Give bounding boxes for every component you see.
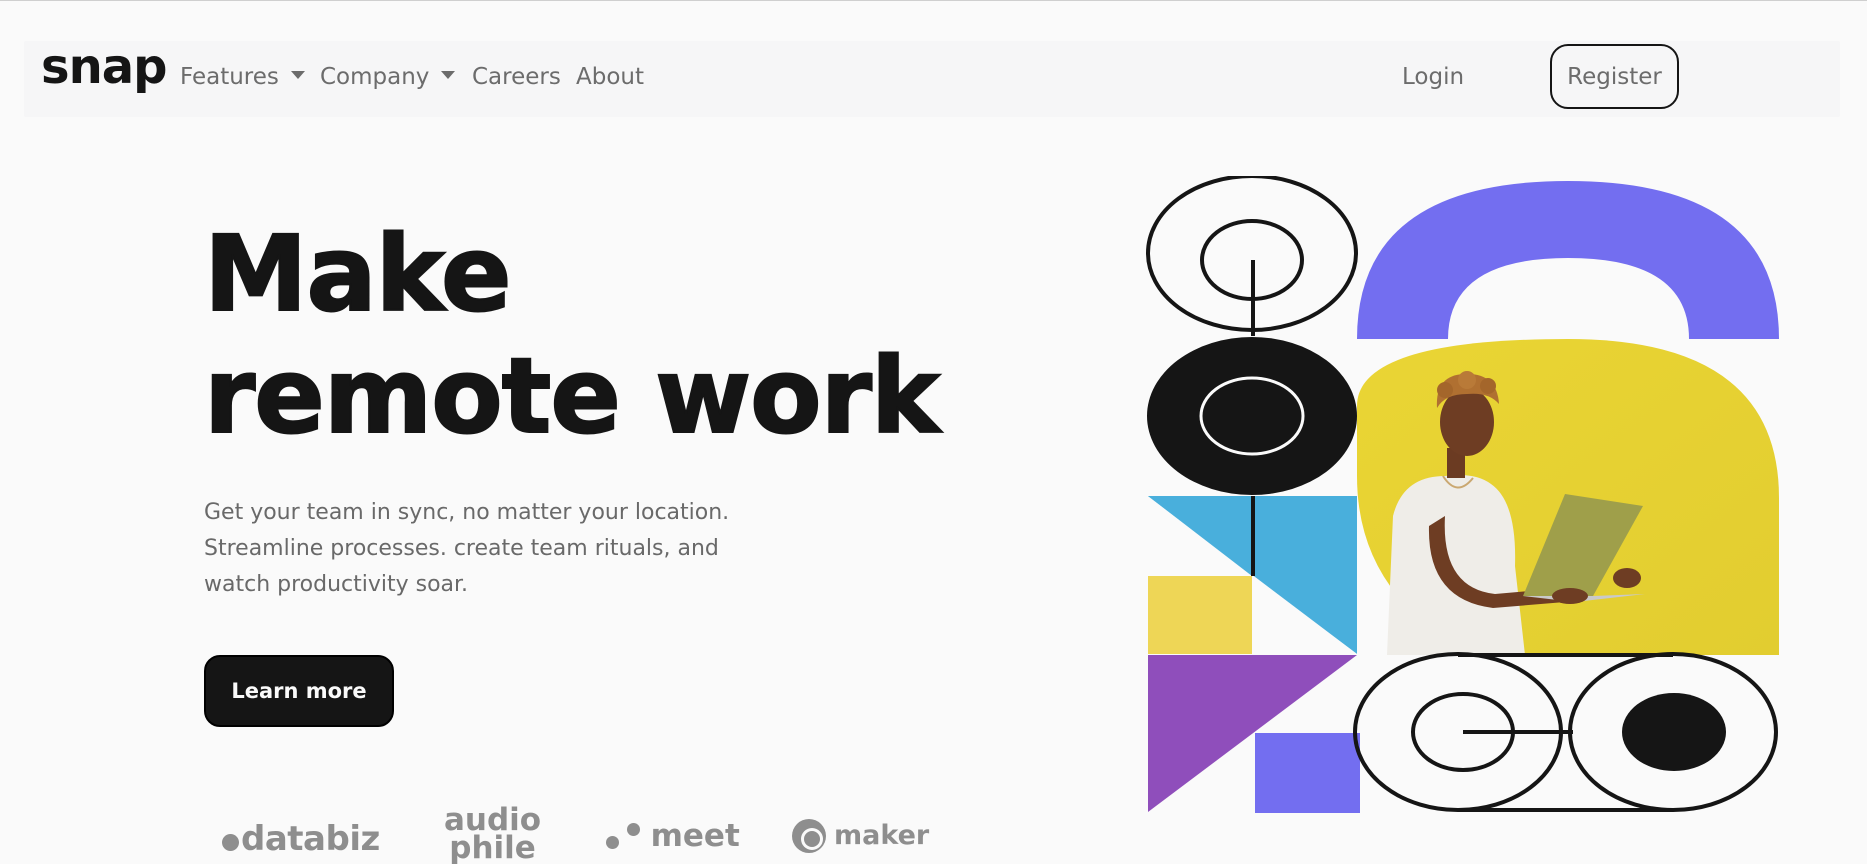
databiz-logo: databiz <box>222 819 380 859</box>
databiz-label: databiz <box>241 819 380 859</box>
nav-careers[interactable]: Careers <box>472 61 561 93</box>
purple-square-shape <box>1255 733 1360 813</box>
meet-label: meet <box>650 818 740 854</box>
caret-down-icon <box>290 70 305 79</box>
blue-triangle-shape <box>1148 496 1357 654</box>
login-link[interactable]: Login <box>1402 61 1464 93</box>
snap-logo[interactable]: snap <box>41 43 167 91</box>
black-disc-shape <box>1147 337 1357 495</box>
nav-company-label: Company <box>320 64 430 90</box>
person-photo <box>1357 339 1779 655</box>
caret-down-icon <box>441 70 456 79</box>
meet-dot-large-icon <box>626 823 640 836</box>
maker-label: maker <box>834 820 930 851</box>
hero-title-line-1: Make <box>203 212 513 336</box>
hero-illustration <box>1146 176 1779 813</box>
nav-about[interactable]: About <box>576 61 644 93</box>
hero-title: Make remote work <box>203 212 941 458</box>
register-button[interactable]: Register <box>1550 44 1679 109</box>
bottom-pill-shape <box>1353 652 1778 812</box>
nav-features[interactable]: Features <box>180 61 305 93</box>
hero-description: Get your team in sync, no matter your lo… <box>204 500 730 597</box>
meet-logo: meet <box>606 818 740 854</box>
databiz-dot-icon <box>222 834 239 851</box>
nav-company[interactable]: Company <box>320 61 456 93</box>
top-navigation: snap Features Company Careers About Logi… <box>24 41 1840 117</box>
nav-features-label: Features <box>180 64 279 90</box>
meet-dot-small-icon <box>606 836 619 849</box>
audiophile-logo: audio phile <box>444 805 541 864</box>
top-ring-shape <box>1146 176 1358 336</box>
audiophile-bottom-label: phile <box>449 830 536 864</box>
learn-more-button[interactable]: Learn more <box>204 655 394 727</box>
maker-swirl-icon <box>792 819 826 853</box>
purple-arch-shape <box>1357 181 1779 339</box>
maker-logo: maker <box>790 817 929 855</box>
hero-title-line-2: remote work <box>203 334 941 458</box>
